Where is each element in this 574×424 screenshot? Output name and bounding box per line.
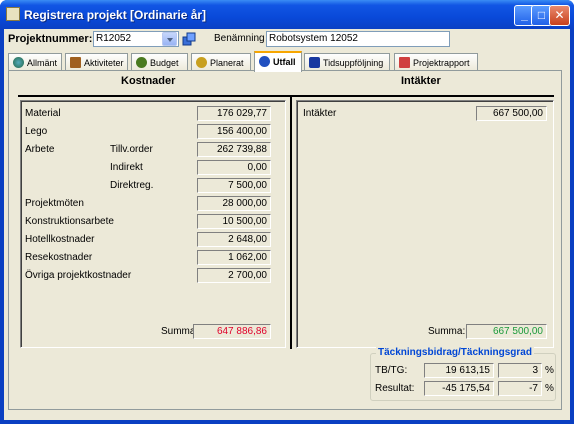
cost-row-label: Konstruktionsarbete <box>25 216 114 227</box>
cost-row-label: Projektmöten <box>25 198 84 209</box>
cost-row-value: 28 000,00 <box>197 196 271 211</box>
window-content: Projektnummer: R12052 Benämning Robotsys… <box>4 29 570 420</box>
tab-projektrapport[interactable]: Projektrapport <box>394 53 478 71</box>
name-label: Benämning <box>214 33 265 44</box>
costs-heading: Kostnader <box>121 75 176 87</box>
income-heading: Intäkter <box>401 75 441 87</box>
cost-row-label: Övriga projektkostnader <box>25 270 132 281</box>
money-bag-icon <box>196 57 207 68</box>
result-label: Resultat: <box>375 383 415 394</box>
tbtg-percent: 3 <box>498 363 542 378</box>
cost-row-value: 156 400,00 <box>197 124 271 139</box>
income-box <box>296 100 554 348</box>
tab-budget[interactable]: Budget <box>131 53 188 71</box>
result-percent-sign: % <box>545 383 554 394</box>
tab-planerat[interactable]: Planerat <box>191 53 251 71</box>
cost-row-label: Hotellkostnader <box>25 234 95 245</box>
outcome-panel: Kostnader Intäkter Material 176 029,77 Leg… <box>8 70 562 410</box>
tab-label: Aktiviteter <box>84 58 124 68</box>
tab-utfall[interactable]: Utfall <box>254 51 302 72</box>
tbtg-percent-sign: % <box>545 365 554 376</box>
name-field[interactable]: Robotsystem 12052 <box>266 31 450 47</box>
cost-row-value: 1 062,00 <box>197 250 271 265</box>
cost-row-value: 7 500,00 <box>197 178 271 193</box>
close-button[interactable]: ✕ <box>549 5 570 26</box>
cost-row-label: Lego <box>25 126 48 137</box>
tab-tidsuppfoljning[interactable]: Tidsuppföljning <box>304 53 390 71</box>
income-sum-value: 667 500,00 <box>466 324 547 339</box>
report-icon <box>399 57 410 68</box>
tab-label: Allmänt <box>27 58 58 68</box>
margin-group: Täckningsbidrag/Täckningsgrad TB/TG: 19 … <box>370 347 556 401</box>
window-title: Registrera projekt [Ordinarie år] <box>24 8 207 22</box>
result-value: -45 175,54 <box>424 381 494 396</box>
cost-row-label: Arbete <box>25 144 55 155</box>
chevron-down-icon[interactable] <box>162 32 177 46</box>
outcome-icon <box>259 56 270 67</box>
tab-label: Planerat <box>210 58 244 68</box>
cost-row-sublabel: Tillv.order <box>110 144 153 155</box>
tab-label: Tidsuppföljning <box>323 58 384 68</box>
money-bag-icon <box>136 57 147 68</box>
cost-row-value: 0,00 <box>197 160 271 175</box>
tab-allmant[interactable]: Allmänt <box>8 53 62 71</box>
heading-divider <box>18 95 554 97</box>
tbtg-value: 19 613,15 <box>424 363 494 378</box>
project-number-label: Projektnummer: <box>8 33 93 45</box>
cost-row-label: Resekostnader <box>25 252 93 263</box>
cost-row-label: Material <box>25 108 61 119</box>
tbtg-label: TB/TG: <box>375 365 408 376</box>
activities-icon <box>70 57 81 68</box>
cost-row-value: 262 739,88 <box>197 142 271 157</box>
tab-label: Budget <box>150 58 179 68</box>
cost-row-value: 2 700,00 <box>197 268 271 283</box>
costs-sum-value: 647 886,86 <box>193 324 271 339</box>
cost-row-value: 10 500,00 <box>197 214 271 229</box>
cost-row-sublabel: Indirekt <box>110 162 143 173</box>
margin-group-title: Täckningsbidrag/Täckningsgrad <box>376 347 534 358</box>
cost-row-value: 2 648,00 <box>197 232 271 247</box>
name-value: Robotsystem 12052 <box>269 33 358 44</box>
time-icon <box>309 57 320 68</box>
income-row-value: 667 500,00 <box>476 106 547 121</box>
tab-label: Projektrapport <box>413 58 470 68</box>
cost-row-sublabel: Direktreg. <box>110 180 154 191</box>
app-icon <box>6 7 20 21</box>
tab-aktiviteter[interactable]: Aktiviteter <box>65 53 128 71</box>
result-percent: -7 <box>498 381 542 396</box>
tab-label: Utfall <box>273 57 296 67</box>
globe-icon <box>13 57 24 68</box>
search-project-icon[interactable] <box>182 32 196 46</box>
income-row-label: Intäkter <box>303 108 337 119</box>
title-bar[interactable]: Registrera projekt [Ordinarie år] _ □ ✕ <box>0 0 574 29</box>
column-divider <box>290 97 292 349</box>
income-sum-label: Summa: <box>428 326 466 337</box>
project-number-value: R12052 <box>96 33 132 44</box>
app-window: Registrera projekt [Ordinarie år] _ □ ✕ … <box>0 0 574 424</box>
cost-row-value: 176 029,77 <box>197 106 271 121</box>
